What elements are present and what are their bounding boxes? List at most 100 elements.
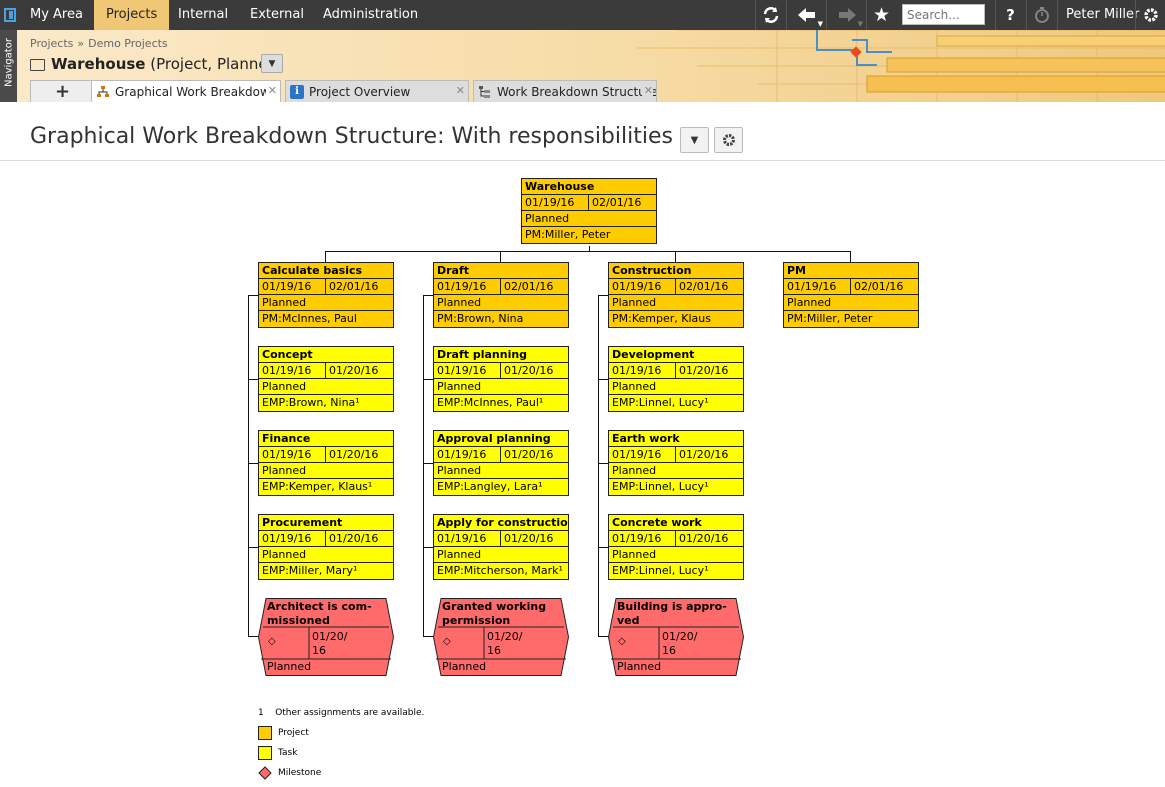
node-end: 01/20/16 <box>504 364 554 377</box>
node-name: Earth work <box>609 431 743 447</box>
app-logo-icon[interactable] <box>0 0 20 30</box>
node-end: 01/20/16 <box>679 532 729 545</box>
node-name: Procurement <box>259 515 393 531</box>
wbs-node-earth-work[interactable]: Earth work 01/19/16 01/20/16 Planned EMP:… <box>608 430 744 496</box>
navigator-label: Navigator <box>3 38 15 87</box>
node-start: 01/19/16 <box>434 279 501 294</box>
node-status: Planned <box>609 379 743 395</box>
milestone-name-line1: Building is appro- <box>617 600 727 613</box>
refresh-icon[interactable] <box>755 0 785 30</box>
node-name: Concrete work <box>609 515 743 531</box>
node-responsible: EMP:Brown, Nina¹ <box>262 396 360 409</box>
nav-tab-my-area[interactable]: My Area <box>20 0 93 30</box>
navigator-toggle[interactable]: Navigator <box>0 30 17 102</box>
wbs-node-draft[interactable]: Draft 01/19/16 02/01/16 Planned PM:Brown,… <box>433 262 569 328</box>
milestone-name-line1: Architect is com- <box>267 600 372 613</box>
nav-tab-projects[interactable]: Projects <box>94 0 170 30</box>
milestone-status: Planned <box>267 660 312 673</box>
node-start: 01/19/16 <box>609 279 676 294</box>
back-history-chevron-icon[interactable]: ▼ <box>818 20 823 28</box>
node-responsible: PM:McInnes, Paul <box>262 312 357 325</box>
node-name: Concept <box>259 347 393 363</box>
view-settings-button[interactable] <box>714 127 743 153</box>
wbs-node-concept[interactable]: Concept 01/19/16 01/20/16 Planned EMP:Bro… <box>258 346 394 412</box>
user-menu[interactable]: Peter Miller <box>1057 0 1147 30</box>
footnote-mark: 1 <box>258 708 264 718</box>
wbs-node-draft-planning[interactable]: Draft planning 01/19/16 01/20/16 Planned … <box>433 346 569 412</box>
node-status: Planned <box>784 295 918 311</box>
legend-swatch-project <box>258 726 272 740</box>
nav-tab-external[interactable]: External <box>240 0 314 30</box>
settings-gear-icon[interactable] <box>1135 0 1165 30</box>
wbs-node-approval-planning[interactable]: Approval planning 01/19/16 01/20/16 Plann… <box>433 430 569 496</box>
node-status: Planned <box>522 211 656 227</box>
wbs-node-calculate-basics[interactable]: Calculate basics 01/19/16 02/01/16 Planne… <box>258 262 394 328</box>
search-input[interactable] <box>902 4 985 25</box>
view-dropdown-button[interactable]: ▼ <box>680 127 709 153</box>
milestone-status: Planned <box>442 660 487 673</box>
close-icon[interactable]: ✕ <box>641 84 653 97</box>
wbs-node-root[interactable]: Warehouse 01/19/16 02/01/16 Planned PM:Mi… <box>521 178 657 244</box>
forward-history-chevron-icon[interactable]: ▼ <box>858 20 863 28</box>
legend-item-milestone: Milestone <box>258 766 321 780</box>
legend-swatch-task <box>258 746 272 760</box>
milestone-date-line1: 01/20/ <box>312 630 348 643</box>
back-arrow-icon[interactable]: ▼ <box>786 0 826 30</box>
breadcrumb-projects[interactable]: Projects <box>30 37 73 50</box>
node-responsible: EMP:Langley, Lara¹ <box>437 480 543 493</box>
close-icon[interactable]: ✕ <box>265 84 277 97</box>
favorites-star-icon[interactable]: ★ <box>866 0 896 30</box>
node-responsible: PM:Miller, Peter <box>525 228 611 241</box>
node-start: 01/19/16 <box>259 363 326 378</box>
nav-tab-internal[interactable]: Internal <box>168 0 238 30</box>
node-start: 01/19/16 <box>784 279 851 294</box>
legend-swatch-milestone-diamond-icon <box>258 766 272 780</box>
node-end: 01/20/16 <box>504 532 554 545</box>
wbs-node-concrete-work[interactable]: Concrete work 01/19/16 01/20/16 Planned E… <box>608 514 744 580</box>
connector-line <box>423 295 424 637</box>
wbs-milestone-building-approved[interactable]: Building is appro-ved ◇ 01/20/16 Planned <box>608 598 744 676</box>
node-status: Planned <box>434 379 568 395</box>
node-start: 01/19/16 <box>522 195 589 210</box>
wbs-node-finance[interactable]: Finance 01/19/16 01/20/16 Planned EMP:Kem… <box>258 430 394 496</box>
wbs-milestone-granted-working-permission[interactable]: Granted working permission ◇ 01/20/16 Pla… <box>433 598 569 676</box>
project-dropdown-button[interactable]: ▼ <box>261 54 283 73</box>
milestone-date-line1: 01/20/ <box>662 630 698 643</box>
node-responsible: EMP:Mitcherson, Mark¹ <box>437 564 563 577</box>
close-icon[interactable]: ✕ <box>453 84 465 97</box>
wbs-node-development[interactable]: Development 01/19/16 01/20/16 Planned EMP… <box>608 346 744 412</box>
wbs-node-procurement[interactable]: Procurement 01/19/16 01/20/16 Planned EMP… <box>258 514 394 580</box>
node-name: Construction <box>609 263 743 279</box>
node-name: Apply for construction <box>434 515 568 531</box>
node-end: 01/20/16 <box>329 532 379 545</box>
node-start: 01/19/16 <box>434 531 501 546</box>
chevron-down-icon: ▼ <box>268 58 276 69</box>
wbs-node-apply-for-construction[interactable]: Apply for construction 01/19/16 01/20/16 … <box>433 514 569 580</box>
nav-tab-administration[interactable]: Administration <box>313 0 428 30</box>
breadcrumb-demo-projects[interactable]: Demo Projects <box>88 37 168 50</box>
tab-graphical-wbs[interactable]: Graphical Work Breakdown Structure ✕ <box>91 80 281 102</box>
milestone-date-line2: 16 <box>487 644 501 657</box>
node-end: 01/20/16 <box>679 364 729 377</box>
tab-label: Project Overview <box>309 84 411 99</box>
stopwatch-icon[interactable] <box>1026 0 1056 30</box>
node-name: Warehouse <box>522 179 656 195</box>
breadcrumb: Projects » Demo Projects <box>30 37 168 50</box>
tab-work-breakdown-structure[interactable]: Work Breakdown Structure ✕ <box>473 80 657 102</box>
milestone-name-line2: ved <box>617 614 640 627</box>
milestone-diamond-icon: ◇ <box>268 636 276 647</box>
wbs-diagram: Warehouse 01/19/16 02/01/16 Planned PM:Mi… <box>0 161 1165 787</box>
legend-item-task: Task <box>258 746 297 760</box>
node-status: Planned <box>259 547 393 563</box>
help-icon[interactable]: ? <box>995 0 1025 30</box>
add-tab-button[interactable]: + <box>30 80 95 102</box>
project-title: Warehouse (Project, Planned) <box>30 55 283 73</box>
wbs-milestone-architect-commissioned[interactable]: Architect is com-missioned ◇ 01/20/16 Pl… <box>258 598 394 676</box>
wbs-node-pm[interactable]: PM 01/19/16 02/01/16 Planned PM:Miller, P… <box>783 262 919 328</box>
node-end: 02/01/16 <box>679 280 729 293</box>
tab-project-overview[interactable]: i Project Overview ✕ <box>285 80 469 102</box>
info-icon: i <box>290 84 304 99</box>
forward-arrow-icon[interactable]: ▼ <box>826 0 866 30</box>
wbs-node-construction[interactable]: Construction 01/19/16 02/01/16 Planned PM… <box>608 262 744 328</box>
breadcrumb-separator: » <box>77 37 85 50</box>
